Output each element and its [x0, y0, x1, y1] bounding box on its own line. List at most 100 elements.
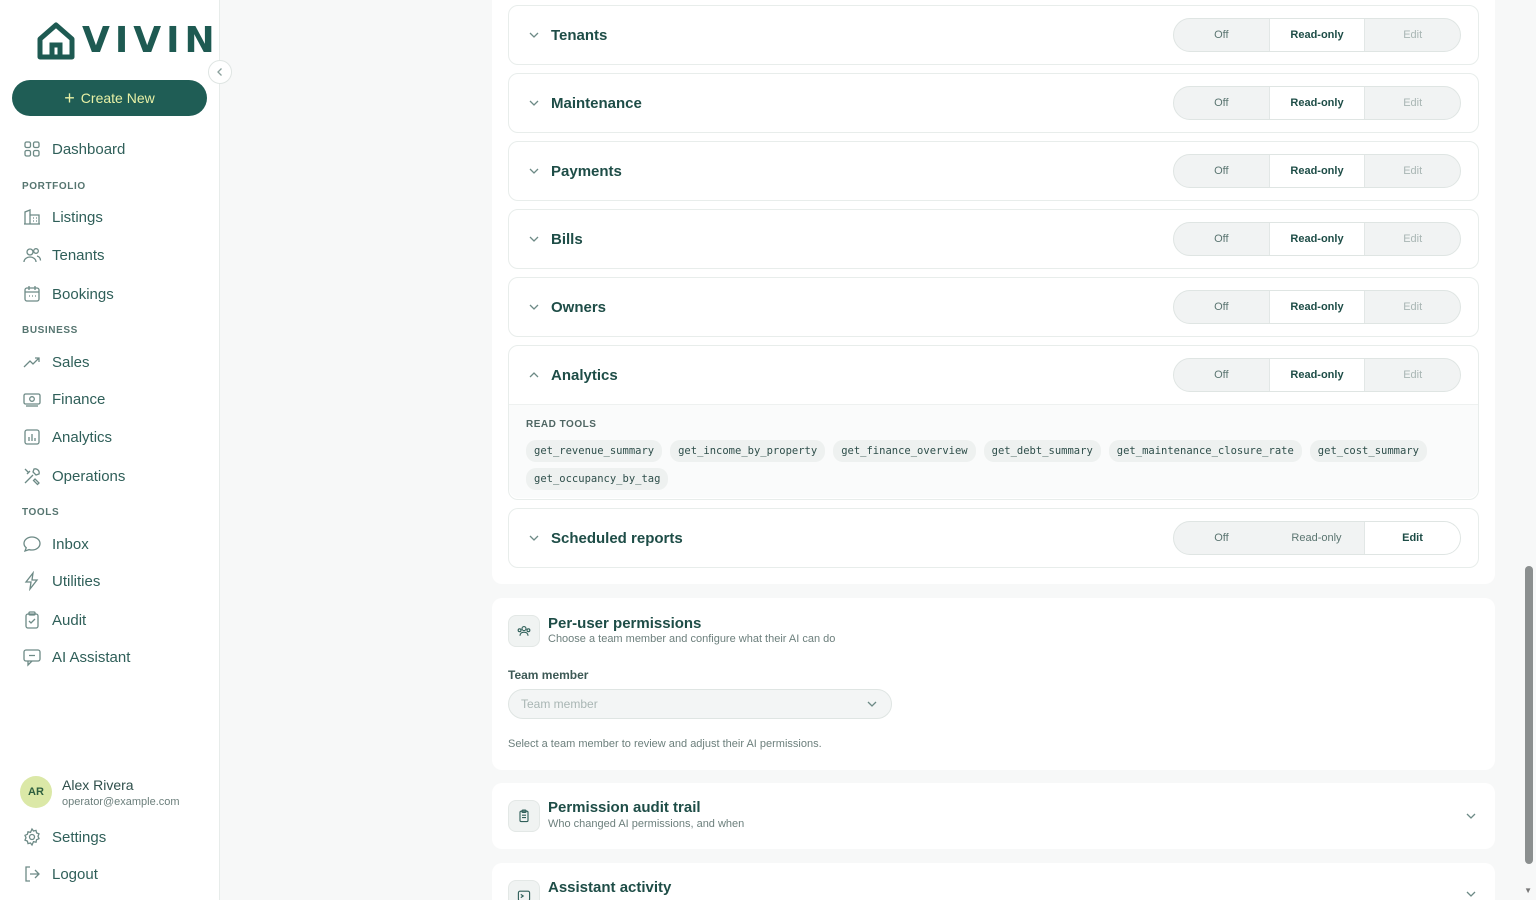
- logo-text: VIVIN: [82, 20, 220, 61]
- permission-toggle: Off Read-only Edit: [1173, 358, 1461, 392]
- sidebar-item-tenants[interactable]: Tenants: [22, 243, 105, 267]
- module-row-owners: Owners Off Read-only Edit: [508, 277, 1479, 337]
- sidebar-item-finance[interactable]: Finance: [22, 387, 105, 411]
- sidebar-item-ai-assistant[interactable]: AI Assistant: [22, 645, 130, 669]
- sidebar-item-label: Finance: [52, 390, 106, 408]
- grid-icon: [24, 141, 40, 157]
- sidebar-item-label: Analytics: [52, 428, 113, 446]
- tool-chip: get_maintenance_closure_rate: [1108, 440, 1302, 462]
- terminal-icon: [508, 880, 540, 900]
- option-edit[interactable]: Edit: [1365, 87, 1460, 119]
- chevron-down-icon: [529, 100, 539, 106]
- chevron-down-icon[interactable]: [1464, 887, 1478, 900]
- module-row-analytics: Analytics Off Read-only Edit READ TOOLS …: [508, 345, 1479, 500]
- sidebar-item-utilities[interactable]: Utilities: [22, 569, 100, 593]
- option-edit[interactable]: Edit: [1365, 359, 1460, 391]
- section-business: BUSINESS: [22, 325, 78, 336]
- users-icon: [23, 248, 42, 263]
- sidebar-item-label: Inbox: [52, 535, 89, 553]
- user-email: operator@example.com: [62, 795, 180, 808]
- per-user-subtitle: Choose a team member and configure what …: [548, 633, 836, 645]
- create-new-button[interactable]: + Create New: [12, 80, 207, 116]
- sidebar-item-label: Settings: [52, 828, 107, 846]
- sidebar-item-analytics[interactable]: Analytics: [22, 425, 112, 449]
- page-scrollbar[interactable]: [1525, 566, 1533, 864]
- option-off[interactable]: Off: [1174, 522, 1269, 554]
- team-icon: [508, 615, 540, 647]
- module-row-maintenance: Maintenance Off Read-only Edit: [508, 73, 1479, 133]
- option-edit[interactable]: Edit: [1365, 19, 1460, 51]
- sidebar-item-operations[interactable]: Operations: [22, 464, 125, 488]
- module-row-tenants: Tenants Off Read-only Edit: [508, 5, 1479, 65]
- sidebar-item-sales[interactable]: Sales: [22, 350, 90, 374]
- permission-toggle: Off Read-only Edit: [1173, 222, 1461, 256]
- user-profile[interactable]: AR Alex Rivera operator@example.com: [20, 776, 180, 808]
- module-row-scheduled-reports: Scheduled reports Off Read-only Edit: [508, 508, 1479, 568]
- option-read-only[interactable]: Read-only: [1269, 522, 1364, 554]
- sidebar-item-audit[interactable]: Audit: [22, 608, 86, 632]
- option-read-only[interactable]: Read-only: [1268, 223, 1366, 255]
- option-edit[interactable]: Edit: [1364, 522, 1460, 554]
- option-edit[interactable]: Edit: [1365, 155, 1460, 187]
- option-read-only[interactable]: Read-only: [1268, 359, 1366, 391]
- chevron-down-icon: [529, 535, 539, 541]
- plus-icon: +: [64, 88, 75, 108]
- clipboard-check-icon: [25, 611, 39, 629]
- scroll-down-icon[interactable]: ▼: [1524, 886, 1532, 895]
- section-portfolio: PORTFOLIO: [22, 181, 86, 192]
- gear-icon: [24, 827, 40, 847]
- tool-chip: get_finance_overview: [833, 440, 976, 462]
- sidebar-item-bookings[interactable]: Bookings: [22, 282, 114, 306]
- option-off[interactable]: Off: [1174, 87, 1269, 119]
- sidebar-item-label: Bookings: [52, 285, 114, 303]
- tool-chip: get_occupancy_by_tag: [526, 468, 669, 490]
- sidebar-item-logout[interactable]: Logout: [22, 862, 98, 886]
- sidebar-item-listings[interactable]: Listings: [22, 205, 103, 229]
- module-title: Scheduled reports: [551, 529, 683, 547]
- avatar: AR: [20, 776, 52, 808]
- permission-toggle: Off Read-only Edit: [1173, 18, 1461, 52]
- module-row-payments: Payments Off Read-only Edit: [508, 141, 1479, 201]
- sidebar-item-label: Tenants: [52, 246, 105, 264]
- module-title: Owners: [551, 298, 607, 316]
- sidebar-item-label: Utilities: [52, 572, 101, 590]
- module-title: Maintenance: [551, 94, 642, 112]
- sidebar-item-dashboard[interactable]: Dashboard: [22, 137, 125, 161]
- section-tools: TOOLS: [22, 507, 60, 518]
- option-off[interactable]: Off: [1174, 291, 1269, 323]
- read-tools-heading: READ TOOLS: [526, 419, 597, 430]
- team-member-select[interactable]: Team member: [508, 689, 892, 719]
- chevron-down-icon[interactable]: [1464, 809, 1478, 823]
- option-off[interactable]: Off: [1174, 155, 1269, 187]
- team-member-placeholder: Team member: [521, 697, 598, 711]
- audit-trail-card[interactable]: [492, 783, 1495, 849]
- tool-chip: get_revenue_summary: [526, 440, 663, 462]
- ai-chat-icon: [23, 649, 41, 667]
- brand-logo[interactable]: VIVIN: [36, 20, 220, 62]
- tool-chip: get_cost_summary: [1309, 440, 1427, 462]
- option-edit[interactable]: Edit: [1365, 223, 1460, 255]
- tool-chip: get_debt_summary: [983, 440, 1101, 462]
- option-edit[interactable]: Edit: [1365, 291, 1460, 323]
- chevron-down-icon: [529, 236, 539, 242]
- user-name: Alex Rivera: [62, 776, 134, 793]
- option-off[interactable]: Off: [1174, 223, 1269, 255]
- option-off[interactable]: Off: [1174, 19, 1269, 51]
- collapse-sidebar-button[interactable]: [208, 60, 232, 84]
- sidebar-item-inbox[interactable]: Inbox: [22, 532, 89, 556]
- trend-up-icon: [23, 357, 40, 368]
- sidebar-item-settings[interactable]: Settings: [22, 825, 106, 849]
- tool-chips: get_revenue_summary get_income_by_proper…: [526, 440, 1462, 490]
- team-member-hint: Select a team member to review and adjus…: [508, 738, 822, 750]
- option-read-only[interactable]: Read-only: [1268, 19, 1366, 51]
- permission-toggle: Off Read-only Edit: [1173, 290, 1461, 324]
- sidebar: VIVIN + Create New Dashboard PORTFOLIO L…: [0, 0, 220, 900]
- option-read-only[interactable]: Read-only: [1268, 155, 1366, 187]
- chevron-up-icon: [529, 372, 539, 378]
- option-read-only[interactable]: Read-only: [1268, 291, 1366, 323]
- per-user-title: Per-user permissions: [548, 615, 702, 632]
- option-off[interactable]: Off: [1174, 359, 1269, 391]
- chevron-down-icon: [529, 304, 539, 310]
- calendar-icon: [24, 286, 40, 302]
- option-read-only[interactable]: Read-only: [1268, 87, 1366, 119]
